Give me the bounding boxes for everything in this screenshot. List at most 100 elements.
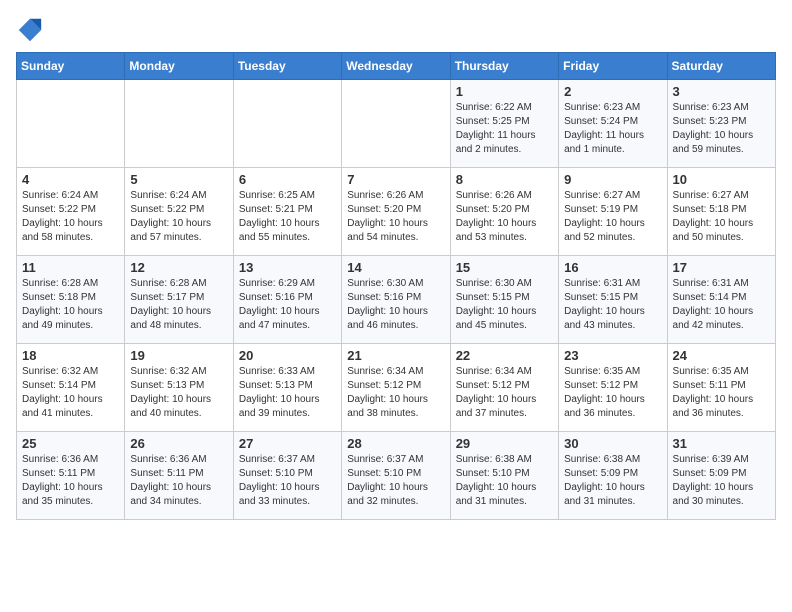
calendar-cell: 5 Sunrise: 6:24 AM Sunset: 5:22 PM Daylig… bbox=[125, 168, 233, 256]
day-info: Sunrise: 6:28 AM Sunset: 5:18 PM Dayligh… bbox=[22, 277, 119, 333]
calendar-week-row: 25Sunrise: 6:36 AM Sunset: 5:11 PM Dayli… bbox=[17, 432, 776, 520]
day-info: Sunrise: 6:34 AM Sunset: 5:12 PM Dayligh… bbox=[347, 365, 444, 421]
day-number: 9 bbox=[564, 172, 661, 187]
day-number: 2 bbox=[564, 84, 661, 99]
calendar-cell: 10 Sunrise: 6:27 AM Sunset: 5:18 PM Dayli… bbox=[667, 168, 775, 256]
calendar-cell: 27Sunrise: 6:37 AM Sunset: 5:10 PM Dayli… bbox=[233, 432, 341, 520]
day-info: Sunrise: 6:39 AM Sunset: 5:09 PM Dayligh… bbox=[673, 453, 770, 509]
day-info: Sunrise: 6:26 AM Sunset: 5:20 PM Dayligh… bbox=[347, 189, 444, 245]
day-info: Sunrise: 6:35 AM Sunset: 5:12 PM Dayligh… bbox=[564, 365, 661, 421]
calendar-cell: 12Sunrise: 6:28 AM Sunset: 5:17 PM Dayli… bbox=[125, 256, 233, 344]
day-number: 30 bbox=[564, 436, 661, 451]
day-number: 6 bbox=[239, 172, 336, 187]
day-number: 13 bbox=[239, 260, 336, 275]
calendar-cell bbox=[233, 80, 341, 168]
day-info: Sunrise: 6:24 AM Sunset: 5:22 PM Dayligh… bbox=[130, 189, 227, 245]
calendar-week-row: 18 Sunrise: 6:32 AM Sunset: 5:14 PM Dayli… bbox=[17, 344, 776, 432]
calendar-cell: 31 Sunrise: 6:39 AM Sunset: 5:09 PM Dayli… bbox=[667, 432, 775, 520]
day-info: Sunrise: 6:23 AM Sunset: 5:24 PM Dayligh… bbox=[564, 101, 661, 157]
day-info: Sunrise: 6:29 AM Sunset: 5:16 PM Dayligh… bbox=[239, 277, 336, 333]
day-info: Sunrise: 6:27 AM Sunset: 5:18 PM Dayligh… bbox=[673, 189, 770, 245]
logo bbox=[16, 16, 48, 44]
calendar-cell: 8 Sunrise: 6:26 AM Sunset: 5:20 PM Daylig… bbox=[450, 168, 558, 256]
day-number: 15 bbox=[456, 260, 553, 275]
day-number: 4 bbox=[22, 172, 119, 187]
calendar-cell: 14 Sunrise: 6:30 AM Sunset: 5:16 PM Dayli… bbox=[342, 256, 450, 344]
day-info: Sunrise: 6:31 AM Sunset: 5:14 PM Dayligh… bbox=[673, 277, 770, 333]
day-info: Sunrise: 6:32 AM Sunset: 5:14 PM Dayligh… bbox=[22, 365, 119, 421]
day-number: 8 bbox=[456, 172, 553, 187]
day-info: Sunrise: 6:27 AM Sunset: 5:19 PM Dayligh… bbox=[564, 189, 661, 245]
day-info: Sunrise: 6:37 AM Sunset: 5:10 PM Dayligh… bbox=[347, 453, 444, 509]
day-number: 11 bbox=[22, 260, 119, 275]
day-number: 23 bbox=[564, 348, 661, 363]
day-info: Sunrise: 6:35 AM Sunset: 5:11 PM Dayligh… bbox=[673, 365, 770, 421]
day-number: 1 bbox=[456, 84, 553, 99]
calendar-cell: 18 Sunrise: 6:32 AM Sunset: 5:14 PM Dayli… bbox=[17, 344, 125, 432]
day-number: 7 bbox=[347, 172, 444, 187]
logo-icon bbox=[16, 16, 44, 44]
calendar-cell: 1 Sunrise: 6:22 AM Sunset: 5:25 PM Daylig… bbox=[450, 80, 558, 168]
calendar-cell: 7 Sunrise: 6:26 AM Sunset: 5:20 PM Daylig… bbox=[342, 168, 450, 256]
day-number: 28 bbox=[347, 436, 444, 451]
calendar-week-row: 4 Sunrise: 6:24 AM Sunset: 5:22 PM Daylig… bbox=[17, 168, 776, 256]
day-info: Sunrise: 6:33 AM Sunset: 5:13 PM Dayligh… bbox=[239, 365, 336, 421]
header-tuesday: Tuesday bbox=[233, 53, 341, 80]
day-info: Sunrise: 6:37 AM Sunset: 5:10 PM Dayligh… bbox=[239, 453, 336, 509]
calendar-cell: 4 Sunrise: 6:24 AM Sunset: 5:22 PM Daylig… bbox=[17, 168, 125, 256]
calendar-cell: 21 Sunrise: 6:34 AM Sunset: 5:12 PM Dayli… bbox=[342, 344, 450, 432]
calendar-week-row: 11 Sunrise: 6:28 AM Sunset: 5:18 PM Dayli… bbox=[17, 256, 776, 344]
calendar-cell: 30 Sunrise: 6:38 AM Sunset: 5:09 PM Dayli… bbox=[559, 432, 667, 520]
day-info: Sunrise: 6:38 AM Sunset: 5:10 PM Dayligh… bbox=[456, 453, 553, 509]
day-info: Sunrise: 6:28 AM Sunset: 5:17 PM Dayligh… bbox=[130, 277, 227, 333]
day-info: Sunrise: 6:22 AM Sunset: 5:25 PM Dayligh… bbox=[456, 101, 553, 157]
day-info: Sunrise: 6:34 AM Sunset: 5:12 PM Dayligh… bbox=[456, 365, 553, 421]
calendar-cell: 16Sunrise: 6:31 AM Sunset: 5:15 PM Dayli… bbox=[559, 256, 667, 344]
day-number: 29 bbox=[456, 436, 553, 451]
calendar-cell: 15 Sunrise: 6:30 AM Sunset: 5:15 PM Dayli… bbox=[450, 256, 558, 344]
calendar-header-row: SundayMondayTuesdayWednesdayThursdayFrid… bbox=[17, 53, 776, 80]
header-monday: Monday bbox=[125, 53, 233, 80]
day-info: Sunrise: 6:30 AM Sunset: 5:16 PM Dayligh… bbox=[347, 277, 444, 333]
calendar-cell: 25Sunrise: 6:36 AM Sunset: 5:11 PM Dayli… bbox=[17, 432, 125, 520]
day-number: 16 bbox=[564, 260, 661, 275]
day-info: Sunrise: 6:24 AM Sunset: 5:22 PM Dayligh… bbox=[22, 189, 119, 245]
calendar-cell: 19Sunrise: 6:32 AM Sunset: 5:13 PM Dayli… bbox=[125, 344, 233, 432]
calendar-cell: 24 Sunrise: 6:35 AM Sunset: 5:11 PM Dayli… bbox=[667, 344, 775, 432]
calendar-cell: 2 Sunrise: 6:23 AM Sunset: 5:24 PM Daylig… bbox=[559, 80, 667, 168]
day-number: 18 bbox=[22, 348, 119, 363]
day-info: Sunrise: 6:30 AM Sunset: 5:15 PM Dayligh… bbox=[456, 277, 553, 333]
calendar-cell: 9 Sunrise: 6:27 AM Sunset: 5:19 PM Daylig… bbox=[559, 168, 667, 256]
calendar-cell: 29 Sunrise: 6:38 AM Sunset: 5:10 PM Dayli… bbox=[450, 432, 558, 520]
day-number: 10 bbox=[673, 172, 770, 187]
day-number: 21 bbox=[347, 348, 444, 363]
day-info: Sunrise: 6:25 AM Sunset: 5:21 PM Dayligh… bbox=[239, 189, 336, 245]
header-wednesday: Wednesday bbox=[342, 53, 450, 80]
calendar-cell: 20 Sunrise: 6:33 AM Sunset: 5:13 PM Dayli… bbox=[233, 344, 341, 432]
day-number: 20 bbox=[239, 348, 336, 363]
day-info: Sunrise: 6:26 AM Sunset: 5:20 PM Dayligh… bbox=[456, 189, 553, 245]
day-number: 3 bbox=[673, 84, 770, 99]
day-number: 26 bbox=[130, 436, 227, 451]
day-number: 14 bbox=[347, 260, 444, 275]
header-sunday: Sunday bbox=[17, 53, 125, 80]
day-info: Sunrise: 6:36 AM Sunset: 5:11 PM Dayligh… bbox=[22, 453, 119, 509]
day-number: 24 bbox=[673, 348, 770, 363]
day-number: 5 bbox=[130, 172, 227, 187]
calendar-cell bbox=[342, 80, 450, 168]
calendar-cell: 28 Sunrise: 6:37 AM Sunset: 5:10 PM Dayli… bbox=[342, 432, 450, 520]
day-info: Sunrise: 6:23 AM Sunset: 5:23 PM Dayligh… bbox=[673, 101, 770, 157]
calendar-cell bbox=[17, 80, 125, 168]
day-number: 31 bbox=[673, 436, 770, 451]
calendar-cell: 22 Sunrise: 6:34 AM Sunset: 5:12 PM Dayli… bbox=[450, 344, 558, 432]
day-number: 22 bbox=[456, 348, 553, 363]
header-saturday: Saturday bbox=[667, 53, 775, 80]
calendar-cell: 3 Sunrise: 6:23 AM Sunset: 5:23 PM Daylig… bbox=[667, 80, 775, 168]
day-number: 19 bbox=[130, 348, 227, 363]
calendar-cell: 17 Sunrise: 6:31 AM Sunset: 5:14 PM Dayli… bbox=[667, 256, 775, 344]
calendar-cell: 13 Sunrise: 6:29 AM Sunset: 5:16 PM Dayli… bbox=[233, 256, 341, 344]
header-thursday: Thursday bbox=[450, 53, 558, 80]
day-info: Sunrise: 6:38 AM Sunset: 5:09 PM Dayligh… bbox=[564, 453, 661, 509]
calendar-week-row: 1 Sunrise: 6:22 AM Sunset: 5:25 PM Daylig… bbox=[17, 80, 776, 168]
day-number: 17 bbox=[673, 260, 770, 275]
